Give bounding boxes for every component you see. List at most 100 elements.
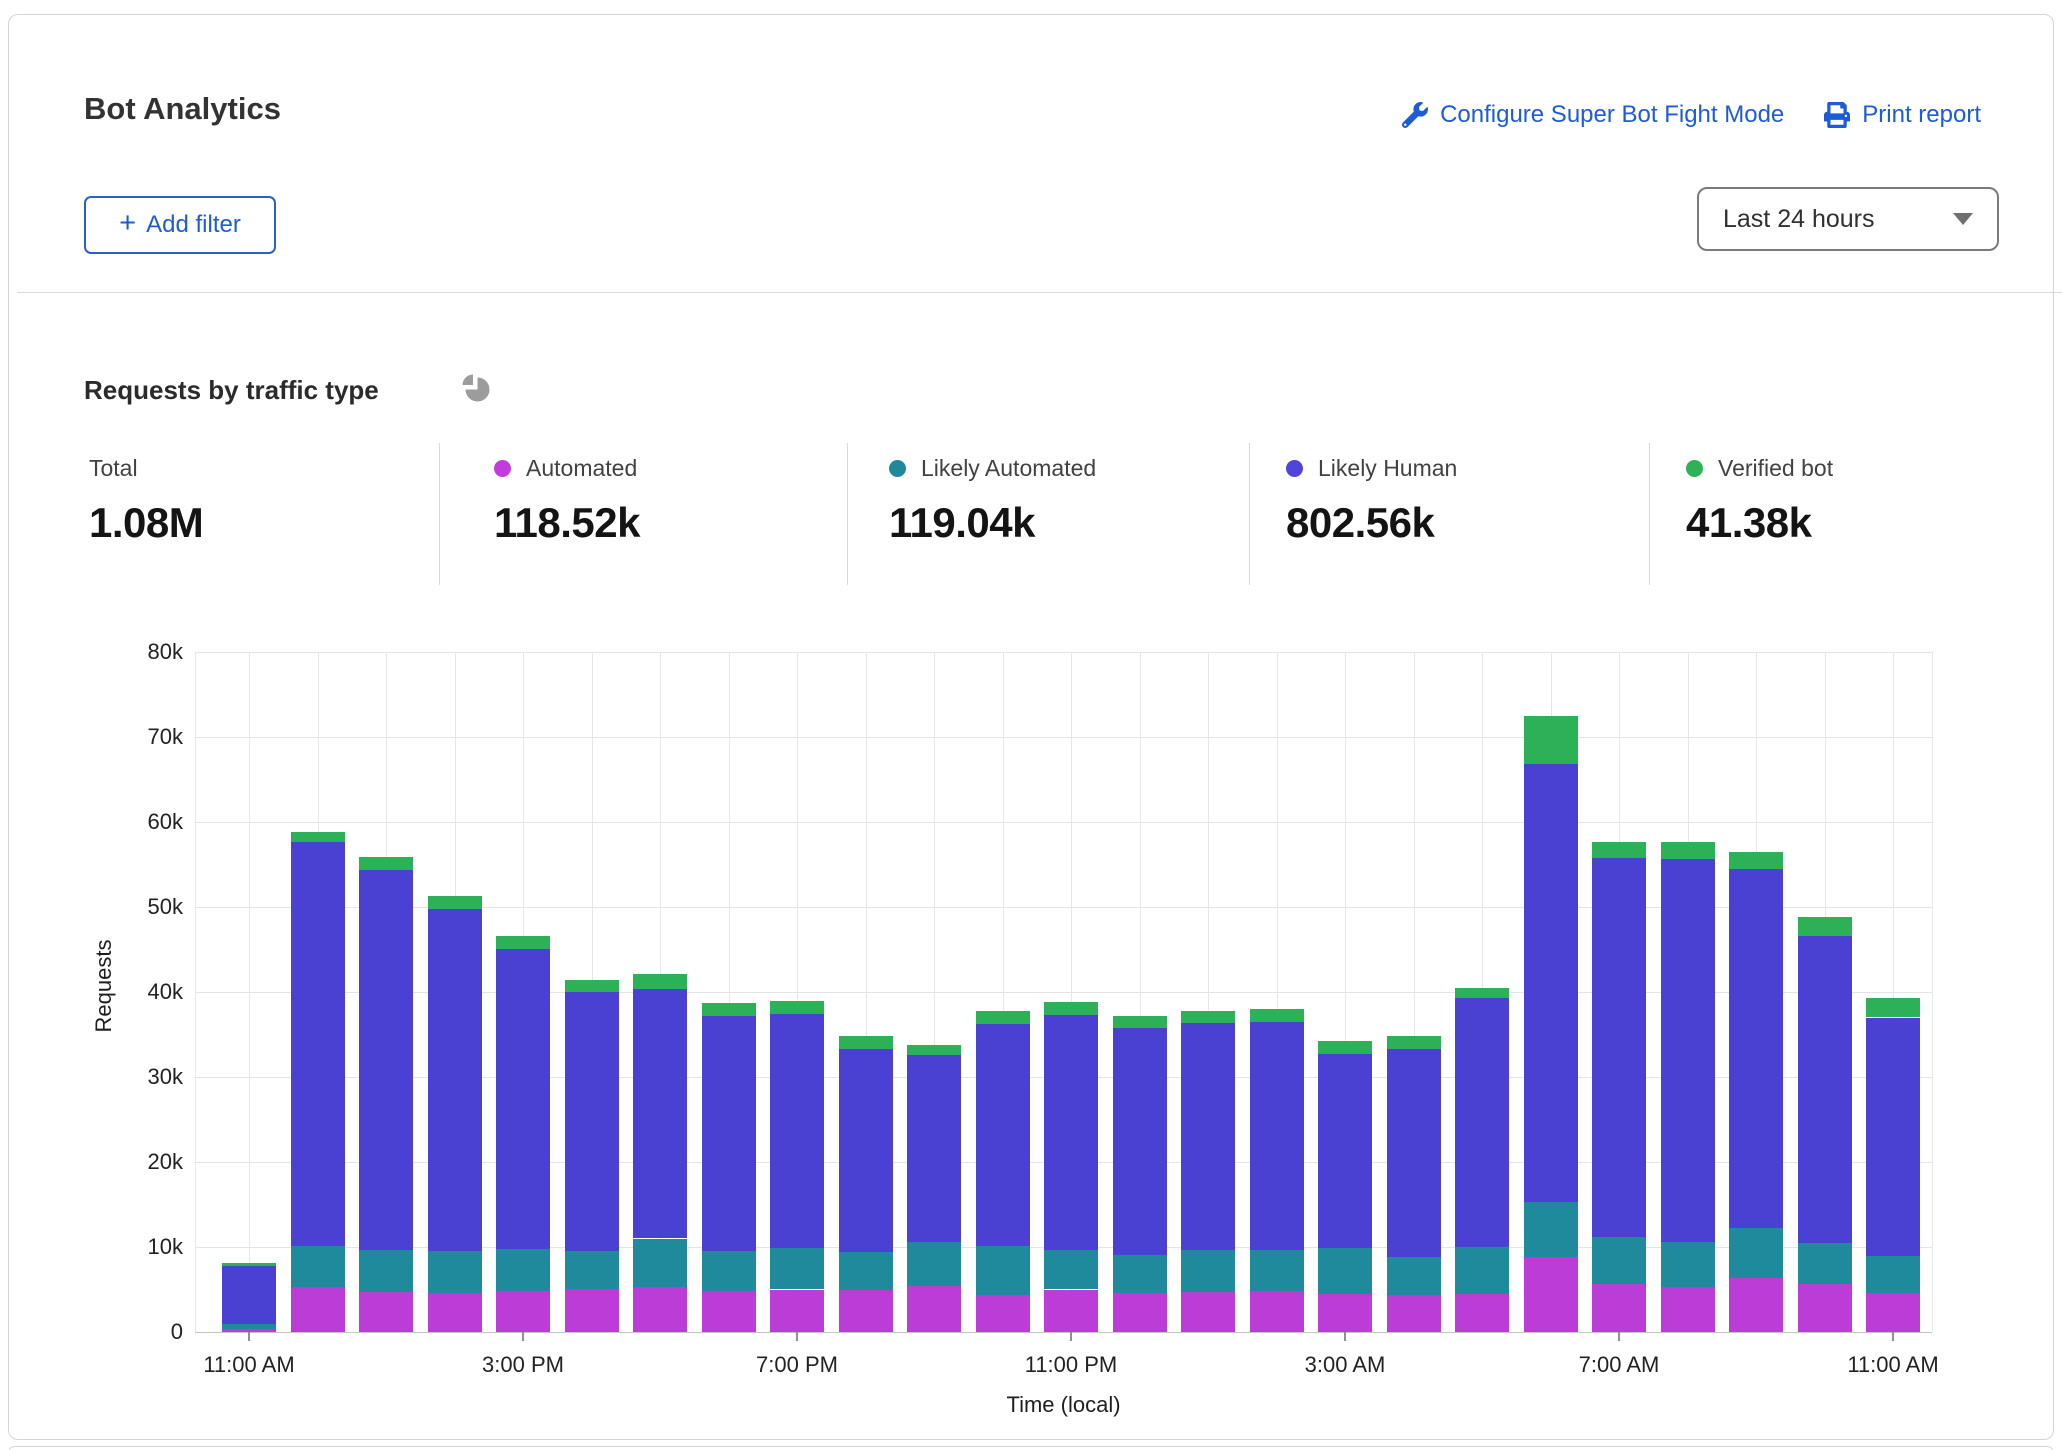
bar-segment[interactable]	[1523, 1201, 1578, 1258]
bar-segment[interactable]	[1866, 1256, 1920, 1293]
bar-segment[interactable]	[427, 1292, 482, 1332]
bar-segment[interactable]	[1592, 857, 1646, 1237]
time-range-select[interactable]: Last 24 hours	[1697, 187, 1999, 251]
bar-segment[interactable]	[701, 1291, 756, 1332]
bar-segment[interactable]	[1729, 868, 1783, 1229]
add-filter-button[interactable]: + Add filter	[84, 196, 276, 254]
bar-segment[interactable]	[564, 980, 619, 992]
bar-segment[interactable]	[1455, 997, 1509, 1247]
bar-segment[interactable]	[838, 1252, 893, 1291]
bar-segment[interactable]	[290, 842, 345, 1247]
bar-segment[interactable]	[359, 1292, 413, 1332]
bar-segment[interactable]	[564, 1251, 619, 1289]
bar-segment[interactable]	[770, 1247, 824, 1290]
bar-segment[interactable]	[222, 1263, 276, 1266]
bar-segment[interactable]	[1455, 1247, 1509, 1294]
bar-segment[interactable]	[633, 1238, 687, 1287]
bar-segment[interactable]	[1592, 1236, 1646, 1285]
bar-segment[interactable]	[907, 1054, 961, 1242]
bar-segment[interactable]	[1866, 997, 1920, 1018]
bar-segment[interactable]	[1249, 1291, 1304, 1332]
bar-segment[interactable]	[496, 935, 550, 949]
bar-segment[interactable]	[1523, 1257, 1578, 1332]
bar-segment[interactable]	[496, 1291, 550, 1332]
bar-segment[interactable]	[975, 1294, 1030, 1332]
bar-segment[interactable]	[1386, 1036, 1441, 1049]
bar-segment[interactable]	[359, 869, 413, 1251]
bar-segment[interactable]	[1660, 1241, 1715, 1287]
bar-segment[interactable]	[1249, 1009, 1304, 1022]
bar-segment[interactable]	[907, 1044, 961, 1055]
bar-segment[interactable]	[1386, 1048, 1441, 1258]
bar-segment[interactable]	[564, 992, 619, 1252]
bar-segment[interactable]	[496, 1248, 550, 1292]
bar-segment[interactable]	[1523, 715, 1578, 765]
bar-segment[interactable]	[1181, 1022, 1235, 1251]
bar-segment[interactable]	[1181, 1010, 1235, 1023]
bar-segment[interactable]	[701, 1015, 756, 1252]
bar-segment[interactable]	[427, 908, 482, 1252]
bar-segment[interactable]	[838, 1036, 893, 1049]
bar-segment[interactable]	[1044, 1289, 1098, 1332]
bar-segment[interactable]	[633, 1286, 687, 1332]
bar-segment[interactable]	[1729, 1277, 1783, 1332]
bar-segment[interactable]	[975, 1246, 1030, 1295]
bar-segment[interactable]	[770, 1289, 824, 1332]
bar-segment[interactable]	[1112, 1027, 1167, 1255]
bar-segment[interactable]	[427, 1251, 482, 1293]
bar-segment[interactable]	[1318, 1041, 1372, 1055]
bar-segment[interactable]	[359, 1250, 413, 1293]
bar-segment[interactable]	[1044, 1249, 1098, 1290]
bar-segment[interactable]	[496, 948, 550, 1249]
bar-segment[interactable]	[701, 1003, 756, 1016]
bar-segment[interactable]	[1660, 1286, 1715, 1332]
print-report-link[interactable]: Print report	[1824, 101, 1981, 129]
bar-segment[interactable]	[1044, 1002, 1098, 1015]
bar-segment[interactable]	[1797, 1283, 1852, 1332]
bar-segment[interactable]	[1660, 858, 1715, 1242]
bar-segment[interactable]	[770, 1000, 824, 1015]
bar-segment[interactable]	[1386, 1294, 1441, 1332]
bar-segment[interactable]	[1660, 841, 1715, 859]
bar-segment[interactable]	[1523, 764, 1578, 1202]
bar-segment[interactable]	[770, 1014, 824, 1248]
bar-segment[interactable]	[633, 988, 687, 1239]
bar-segment[interactable]	[1729, 851, 1783, 869]
bar-segment[interactable]	[907, 1241, 961, 1287]
bar-segment[interactable]	[975, 1010, 1030, 1025]
bar-segment[interactable]	[1044, 1014, 1098, 1250]
bar-segment[interactable]	[1797, 1242, 1852, 1284]
bar-segment[interactable]	[1318, 1054, 1372, 1248]
bar-segment[interactable]	[1455, 987, 1509, 998]
bar-segment[interactable]	[633, 974, 687, 989]
bar-segment[interactable]	[222, 1265, 276, 1325]
bar-segment[interactable]	[1455, 1293, 1509, 1332]
bar-segment[interactable]	[1181, 1292, 1235, 1332]
bar-segment[interactable]	[1797, 917, 1852, 936]
bar-segment[interactable]	[290, 832, 345, 843]
bar-segment[interactable]	[359, 856, 413, 870]
bar-segment[interactable]	[838, 1290, 893, 1332]
bar-segment[interactable]	[1729, 1228, 1783, 1278]
bar-segment[interactable]	[564, 1288, 619, 1332]
bar-segment[interactable]	[1181, 1250, 1235, 1293]
bar-segment[interactable]	[1592, 841, 1646, 858]
bar-segment[interactable]	[1592, 1284, 1646, 1332]
bar-segment[interactable]	[1318, 1247, 1372, 1294]
bar-segment[interactable]	[290, 1286, 345, 1332]
bar-segment[interactable]	[1249, 1249, 1304, 1292]
bar-segment[interactable]	[701, 1251, 756, 1292]
bar-segment[interactable]	[1797, 935, 1852, 1243]
bar-segment[interactable]	[1112, 1292, 1167, 1332]
bar-segment[interactable]	[1249, 1021, 1304, 1250]
bar-segment[interactable]	[427, 895, 482, 909]
bar-segment[interactable]	[290, 1246, 345, 1287]
bar-segment[interactable]	[975, 1024, 1030, 1247]
bar-segment[interactable]	[838, 1048, 893, 1253]
bar-segment[interactable]	[1866, 1017, 1920, 1257]
bar-segment[interactable]	[1318, 1293, 1372, 1332]
bar-segment[interactable]	[1866, 1292, 1920, 1332]
bar-segment[interactable]	[1386, 1257, 1441, 1295]
bar-segment[interactable]	[1112, 1254, 1167, 1293]
bar-segment[interactable]	[1112, 1015, 1167, 1028]
